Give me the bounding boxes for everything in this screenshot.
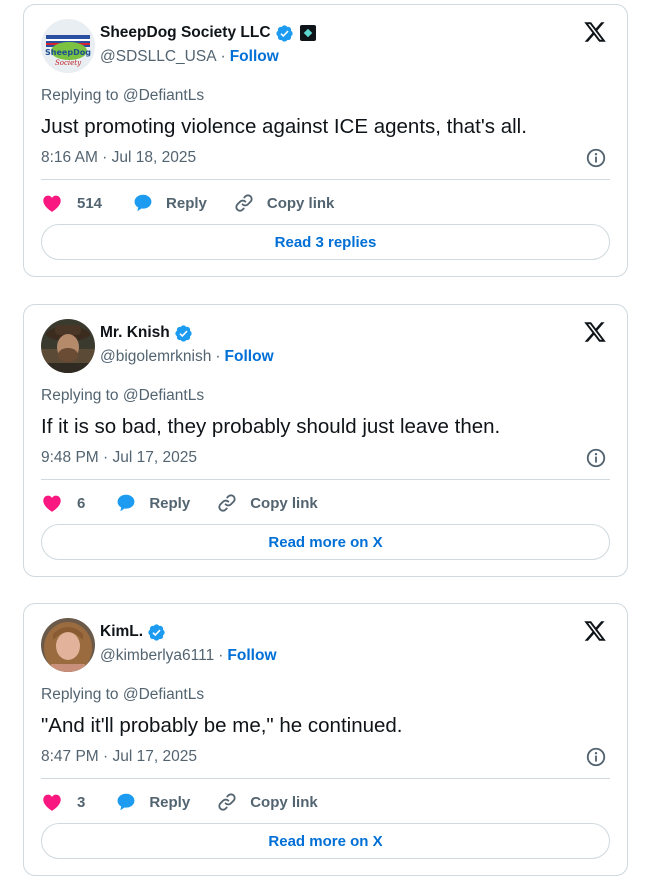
link-icon: [235, 194, 253, 212]
separator: ·: [215, 348, 221, 365]
verified-badge-icon: [175, 324, 192, 342]
replying-label: Replying to: [41, 387, 119, 404]
copy-link-button[interactable]: Copy link: [216, 492, 318, 514]
reply-label: Reply: [166, 194, 207, 212]
divider: [41, 479, 610, 480]
author-handle[interactable]: @SDSLLC_USA: [100, 48, 217, 66]
tweet-timestamp[interactable]: 8:16 AM · Jul 18, 2025: [41, 149, 196, 167]
read-replies-button[interactable]: Read 3 replies: [41, 224, 610, 260]
x-logo-icon[interactable]: [583, 320, 607, 344]
tweet-card[interactable]: Mr. Knish @bigolemrknish · Follow Replyi…: [23, 304, 628, 577]
author-name[interactable]: SheepDog Society LLC: [100, 24, 271, 42]
like-button[interactable]: 6: [41, 492, 85, 514]
author-handle[interactable]: @bigolemrknish: [100, 348, 211, 366]
avatar-text-2: Society: [55, 59, 82, 67]
separator: ·: [220, 48, 226, 65]
speech-bubble-icon: [117, 793, 135, 811]
like-button[interactable]: 514: [41, 192, 102, 214]
like-button[interactable]: 3: [41, 791, 85, 813]
action-bar: 3 Reply Copy link: [41, 790, 318, 814]
author-name[interactable]: Mr. Knish: [100, 324, 170, 342]
author-name[interactable]: KimL.: [100, 623, 143, 641]
action-bar: 514 Reply Copy link: [41, 191, 334, 215]
follow-link[interactable]: Follow: [227, 647, 276, 665]
affiliate-badge-icon[interactable]: [299, 25, 316, 41]
author-handle[interactable]: @kimberlya6111: [100, 647, 214, 665]
avatar-text-1: SheepDog: [45, 48, 91, 57]
follow-link[interactable]: Follow: [225, 348, 274, 366]
reply-label: Reply: [149, 793, 191, 811]
x-logo-icon[interactable]: [583, 619, 607, 643]
read-more-button[interactable]: Read more on X: [41, 524, 610, 560]
heart-icon: [43, 495, 61, 512]
reply-label: Reply: [149, 494, 191, 512]
verified-badge-icon: [148, 623, 165, 641]
avatar[interactable]: [41, 618, 95, 672]
like-count: 6: [77, 494, 86, 512]
tweet-text: If it is so bad, they probably should ju…: [41, 415, 501, 438]
tweet-text: Just promoting violence against ICE agen…: [41, 115, 527, 138]
info-icon[interactable]: [585, 746, 607, 768]
avatar[interactable]: SheepDog Society: [41, 19, 95, 73]
verified-badge-icon: [275, 24, 293, 42]
reply-button[interactable]: Reply: [115, 791, 190, 813]
copy-link-button[interactable]: Copy link: [233, 192, 335, 214]
replying-label: Replying to: [41, 87, 119, 104]
info-icon[interactable]: [585, 447, 607, 469]
avatar[interactable]: [41, 319, 95, 373]
tweet-text: "And it'll probably be me," he continued…: [41, 714, 403, 737]
x-logo-icon[interactable]: [583, 20, 607, 44]
read-more-button[interactable]: Read more on X: [41, 823, 610, 859]
tweet-card[interactable]: SheepDog Society SheepDog Society LLC @S…: [23, 4, 628, 277]
divider: [41, 179, 610, 180]
copy-link-label: Copy link: [266, 194, 335, 212]
follow-link[interactable]: Follow: [230, 48, 279, 66]
tweet-timestamp[interactable]: 8:47 PM · Jul 17, 2025: [41, 748, 197, 766]
replying-label: Replying to: [41, 686, 119, 703]
copy-link-button[interactable]: Copy link: [216, 791, 318, 813]
separator: ·: [218, 647, 224, 664]
copy-link-label: Copy link: [250, 494, 318, 512]
link-icon: [218, 793, 236, 811]
replying-to-handle[interactable]: @DefiantLs: [123, 686, 204, 703]
reply-button[interactable]: Reply: [132, 192, 207, 214]
like-count: 3: [77, 793, 86, 811]
reply-button[interactable]: Reply: [115, 492, 190, 514]
action-bar: 6 Reply Copy link: [41, 491, 318, 515]
replying-to-handle[interactable]: @DefiantLs: [123, 87, 204, 104]
replying-to-handle[interactable]: @DefiantLs: [123, 387, 204, 404]
link-icon: [218, 494, 236, 512]
speech-bubble-icon: [117, 494, 135, 512]
tweet-feed: SheepDog Society SheepDog Society LLC @S…: [0, 0, 650, 893]
tweet-card[interactable]: KimL. @kimberlya6111 · Follow Replying t…: [23, 603, 628, 876]
speech-bubble-icon: [134, 194, 152, 212]
info-icon[interactable]: [585, 147, 607, 169]
copy-link-label: Copy link: [250, 793, 318, 811]
tweet-timestamp[interactable]: 9:48 PM · Jul 17, 2025: [41, 449, 197, 467]
heart-icon: [43, 195, 61, 212]
divider: [41, 778, 610, 779]
heart-icon: [43, 794, 61, 811]
like-count: 514: [77, 194, 103, 212]
